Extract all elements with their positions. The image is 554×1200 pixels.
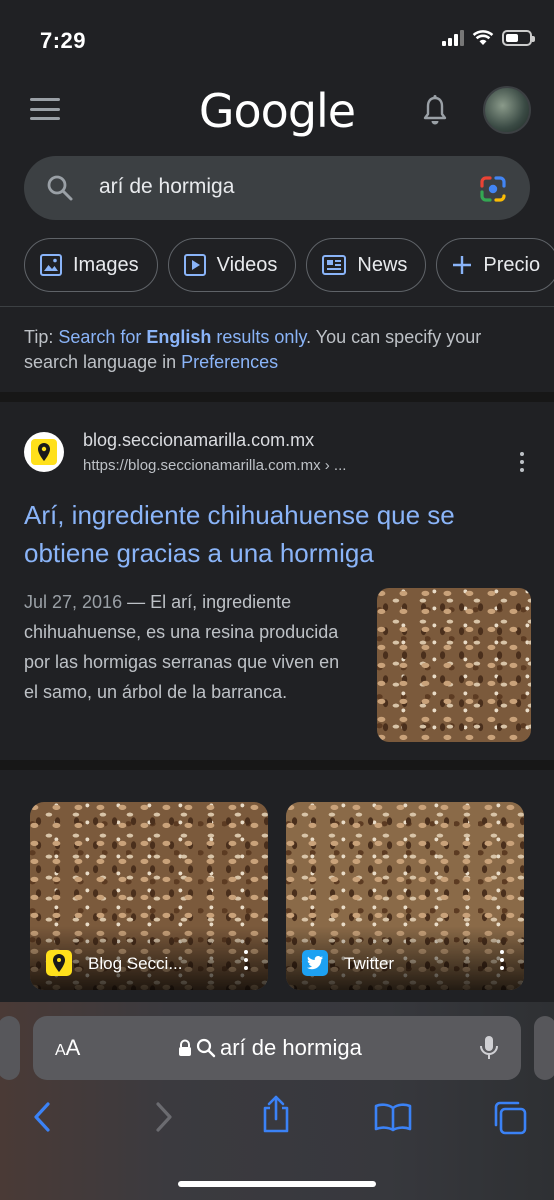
result-more-icon[interactable] [520,452,524,472]
chip-precio[interactable]: Precio [436,238,554,292]
image-source-label: Blog Secci... [88,954,183,973]
google-logo[interactable]: Google [0,84,554,138]
preferences-link[interactable]: Preferences [181,352,278,372]
status-icons [442,30,535,46]
divider [0,306,554,307]
status-bar: 7:29 [0,0,554,80]
google-header: Google [0,78,554,142]
image-source-label: Twitter [344,954,395,973]
chip-label: Precio [483,253,541,276]
seccion-amarilla-icon [46,950,72,976]
tip-prefix: Tip: [24,327,59,347]
share-icon[interactable] [260,1094,292,1134]
play-icon [183,254,206,276]
english-results-link[interactable]: Search for English results only [58,327,306,347]
chip-images[interactable]: Images [24,238,158,292]
language-tip: Tip: Search for English results only. Yo… [24,325,534,375]
forward-icon[interactable] [150,1100,176,1134]
bookmarks-icon[interactable] [374,1102,412,1132]
bell-icon[interactable] [421,94,449,126]
avatar[interactable] [483,86,531,134]
google-lens-icon[interactable] [478,174,508,204]
tabs-icon[interactable] [492,1100,528,1136]
result-date: Jul 27, 2016 [24,592,123,612]
address-field[interactable]: arí de hormiga [178,1035,362,1061]
site-favicon [24,432,64,472]
next-tab-peek[interactable] [534,1016,554,1080]
newspaper-icon [322,255,347,275]
text-size-button[interactable]: AA [55,1035,80,1061]
plus-icon [453,256,472,274]
chip-label: Images [73,253,139,276]
result-snippet: Jul 27, 2016 — El arí, ingrediente chihu… [24,592,340,702]
chip-videos[interactable]: Videos [167,238,297,292]
section-separator [0,760,554,770]
status-time: 7:29 [40,28,87,53]
result-title[interactable]: Arí, ingrediente chihuahuense que se obt… [24,496,534,572]
safari-toolbar: AA arí de hormiga [0,1002,554,1200]
result-site-name[interactable]: blog.seccionamarilla.com.mx [83,430,314,451]
home-indicator[interactable] [178,1181,376,1187]
image-card[interactable]: Blog Secci... [30,802,268,990]
battery-icon [502,30,535,46]
back-icon[interactable] [30,1100,56,1134]
result-thumbnail[interactable] [377,588,531,742]
search-icon [47,175,73,201]
image-card[interactable]: Twitter [286,802,524,990]
section-separator [0,392,554,402]
chip-news[interactable]: News [306,238,427,292]
image-icon [40,254,62,276]
lock-icon [179,1039,191,1056]
cellular-signal-icon [442,30,464,46]
address-bar[interactable]: AA arí de hormiga [33,1016,521,1080]
image-more-icon[interactable] [244,950,248,970]
image-more-icon[interactable] [500,950,504,970]
chip-label: News [357,253,408,276]
result-url[interactable]: https://blog.seccionamarilla.com.mx › ..… [83,457,346,474]
seccion-amarilla-icon [31,439,57,465]
search-input[interactable]: arí de hormiga [99,175,234,199]
search-box[interactable]: arí de hormiga [24,156,530,220]
search-icon [196,1038,216,1058]
filter-chips: Images Videos News Precio [24,238,554,292]
wifi-icon [472,30,494,45]
previous-tab-peek[interactable] [0,1016,20,1080]
microphone-icon[interactable] [479,1034,499,1062]
address-text: arí de hormiga [220,1035,362,1060]
chip-label: Videos [216,253,278,276]
twitter-icon [302,950,328,976]
